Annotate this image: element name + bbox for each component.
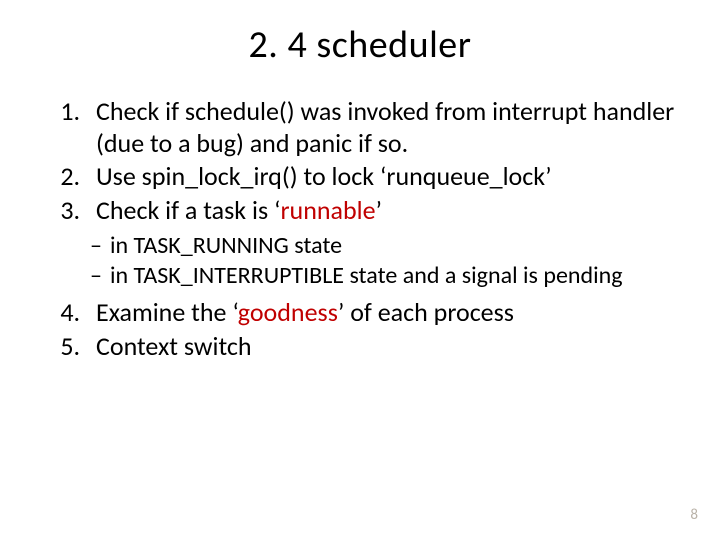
sub-list-item: in TASK_INTERRUPTIBLE state and a signal… [90, 261, 682, 291]
list-item: Context switch [86, 331, 682, 363]
list-item-text: ’ [376, 194, 383, 226]
list-item: Examine the ‘goodness’ of each process [86, 297, 682, 329]
list-item: Check if a task is ‘runnable’ in TASK_RU… [86, 195, 682, 291]
slide-title: 2. 4 scheduler [38, 22, 682, 68]
list-item-text: Examine the ‘ [96, 296, 238, 328]
page-number: 8 [690, 506, 698, 524]
main-list: Check if schedule() was invoked from int… [86, 96, 682, 362]
list-item-text: Check if a task is ‘ [96, 194, 280, 226]
list-item: Check if schedule() was invoked from int… [86, 96, 682, 159]
highlight-text: goodness [238, 296, 338, 328]
slide: 2. 4 scheduler Check if schedule() was i… [0, 0, 720, 540]
list-item-text: ’ of each process [338, 296, 514, 328]
sub-list-item: in TASK_RUNNING state [90, 231, 682, 261]
list-item: Use spin_lock_irq() to lock ‘runqueue_lo… [86, 161, 682, 193]
highlight-text: runnable [280, 194, 375, 226]
sub-list: in TASK_RUNNING state in TASK_INTERRUPTI… [90, 231, 682, 291]
